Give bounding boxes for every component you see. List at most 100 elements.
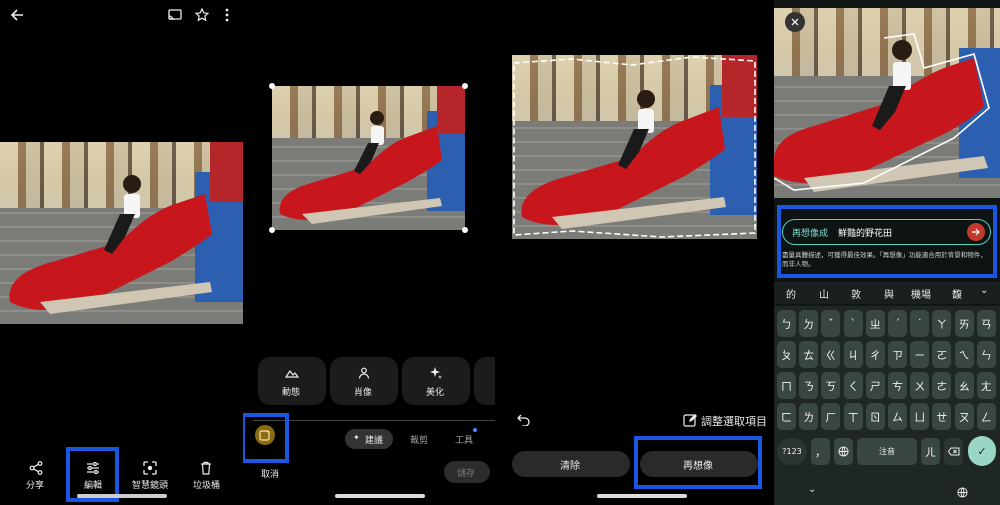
zhuyin-key[interactable]: ㄡ bbox=[954, 403, 974, 430]
zhuyin-key[interactable]: ㄣ bbox=[976, 341, 996, 368]
comma-key[interactable]: ， bbox=[811, 438, 830, 465]
tool-card-enhance[interactable]: 美化 bbox=[402, 357, 470, 405]
zhuyin-key[interactable]: ㄠ bbox=[954, 372, 974, 399]
zhuyin-key[interactable]: ˙ bbox=[910, 310, 930, 337]
cancel-label[interactable]: 取消 bbox=[261, 467, 279, 480]
zhuyin-key[interactable]: ㄤ bbox=[976, 372, 996, 399]
more-vert-icon[interactable] bbox=[220, 6, 234, 24]
backspace-icon[interactable] bbox=[944, 438, 963, 465]
suggestion-5[interactable]: 機場 bbox=[911, 286, 931, 301]
notification-dot bbox=[473, 428, 477, 432]
zhuyin-key[interactable]: ㄐ bbox=[843, 341, 863, 368]
zhuyin-key[interactable]: ˊ bbox=[888, 310, 907, 337]
zhuyin-key[interactable]: ㄍ bbox=[821, 341, 841, 368]
reimagine-highlight-box bbox=[634, 436, 762, 489]
zhuyin-key[interactable]: ㄉ bbox=[799, 310, 819, 337]
sparkle-icon bbox=[429, 367, 443, 379]
zhuyin-key[interactable]: ㄆ bbox=[777, 341, 796, 368]
prompt-photo bbox=[774, 8, 1000, 198]
zhuyin-key[interactable]: ˇ bbox=[821, 310, 841, 337]
zhuyin-key[interactable]: ㄅ bbox=[777, 310, 796, 337]
gesture-bar bbox=[335, 494, 425, 498]
suggestion-bar: 的 山 敦 與 機場 馥 ⌄ bbox=[774, 282, 1000, 304]
adjust-selection-link[interactable]: 調整選取項目 bbox=[701, 413, 767, 429]
edit-selection-icon[interactable] bbox=[682, 412, 698, 428]
tool-card-motion[interactable]: 動態 bbox=[258, 357, 326, 405]
crop-handle-tr[interactable] bbox=[462, 83, 468, 89]
zhuyin-key[interactable]: ㄥ bbox=[976, 403, 996, 430]
zhuyin-key[interactable]: ㄗ bbox=[888, 341, 907, 368]
symbols-key[interactable]: ?123 bbox=[777, 438, 807, 465]
tab-suggest-label: 建議 bbox=[365, 436, 384, 446]
zhuyin-key[interactable]: ㄚ bbox=[932, 310, 952, 337]
zhuyin-key[interactable]: ㄙ bbox=[888, 403, 907, 430]
close-icon[interactable] bbox=[785, 12, 805, 32]
save-label: 儲存 bbox=[457, 469, 476, 479]
globe-icon[interactable] bbox=[834, 438, 853, 465]
zhuyin-key[interactable]: ㄔ bbox=[865, 341, 885, 368]
zhuyin-key[interactable]: ㄒ bbox=[843, 403, 863, 430]
zhuyin-key[interactable]: ㄢ bbox=[976, 310, 996, 337]
zhuyin-key[interactable]: ㄖ bbox=[865, 403, 885, 430]
space-key[interactable]: 注音 bbox=[857, 438, 917, 465]
zhuyin-key[interactable]: ㄞ bbox=[954, 310, 974, 337]
zhuyin-key[interactable]: ㄇ bbox=[777, 372, 796, 399]
zhuyin-key[interactable]: ㄝ bbox=[932, 403, 952, 430]
zhuyin-key[interactable]: ㄘ bbox=[888, 372, 907, 399]
zhuyin-key[interactable]: ㄊ bbox=[799, 341, 819, 368]
trash-icon[interactable] bbox=[198, 460, 214, 476]
zhuyin-key[interactable]: ㄛ bbox=[932, 341, 952, 368]
suggestion-3[interactable]: 敦 bbox=[851, 286, 861, 301]
globe-nav-icon[interactable] bbox=[956, 486, 968, 498]
suggestion-1[interactable]: 的 bbox=[786, 286, 796, 301]
tool-card-portrait[interactable]: 肖像 bbox=[330, 357, 398, 405]
zhuyin-key[interactable]: ㄕ bbox=[865, 372, 885, 399]
tool-card-more[interactable] bbox=[474, 357, 495, 405]
zhuyin-key[interactable]: ㄎ bbox=[821, 372, 841, 399]
share-icon[interactable] bbox=[28, 460, 44, 476]
suggestion-2[interactable]: 山 bbox=[819, 286, 829, 301]
zhuyin-key[interactable]: ㄏ bbox=[821, 403, 841, 430]
gesture-bar bbox=[77, 494, 167, 498]
divider bbox=[253, 420, 495, 421]
clear-button[interactable]: 清除 bbox=[512, 451, 630, 477]
suggestion-4[interactable]: 與 bbox=[884, 286, 894, 301]
undo-icon[interactable] bbox=[516, 412, 532, 428]
star-icon[interactable] bbox=[193, 6, 211, 24]
panel-editor: 動態 肖像 美化 取消 ✦ 建議 裁剪 工具 儲存 bbox=[243, 0, 495, 505]
save-button[interactable]: 儲存 bbox=[444, 461, 490, 483]
tool-enhance-label: 美化 bbox=[426, 388, 445, 398]
zhuyin-key[interactable]: ㄟ bbox=[954, 341, 974, 368]
zhuyin-key[interactable]: ㄑ bbox=[843, 372, 863, 399]
zhuyin-key[interactable]: ㄈ bbox=[777, 403, 796, 430]
zhuyin-key[interactable]: ˋ bbox=[843, 310, 863, 337]
zhuyin-key[interactable]: ㄧ bbox=[910, 341, 930, 368]
crop-handle-bl[interactable] bbox=[269, 227, 275, 233]
edit-photo bbox=[272, 86, 465, 230]
crop-handle-br[interactable] bbox=[462, 227, 468, 233]
magic-editor-highlight-box bbox=[243, 413, 289, 463]
zhuyin-key[interactable]: ㄓ bbox=[865, 310, 885, 337]
tab-crop[interactable]: 裁剪 bbox=[410, 433, 428, 446]
enter-check-key[interactable]: ✓ bbox=[968, 436, 996, 466]
back-arrow-icon[interactable] bbox=[8, 6, 26, 24]
smart-lens-icon[interactable] bbox=[142, 460, 158, 476]
zhuyin-key[interactable]: ㄩ bbox=[910, 403, 930, 430]
tab-suggest[interactable]: ✦ 建議 bbox=[345, 429, 393, 449]
er-key[interactable]: ㄦ bbox=[921, 438, 940, 465]
tab-tools[interactable]: 工具 bbox=[455, 433, 473, 446]
zhuyin-key[interactable]: ㄌ bbox=[799, 403, 819, 430]
panel-reimagine-select: 調整選取項目 清除 再想像 bbox=[500, 0, 770, 505]
zhuyin-key[interactable]: ㄋ bbox=[799, 372, 819, 399]
crop-handle-tl[interactable] bbox=[269, 83, 275, 89]
zhuyin-keyboard: ㄅㄉ ˇ ˋ ㄓ ˊ ˙ ㄚㄞㄢㄆㄊㄍㄐㄔㄗㄧㄛㄟㄣㄇㄋㄎㄑㄕㄘㄨㄜㄠㄤㄈㄌㄏㄒㄖㄙㄩㄝㄡㄥ… bbox=[774, 306, 1000, 505]
prompt-highlight-box bbox=[777, 205, 997, 278]
gesture-bar bbox=[597, 494, 687, 498]
cast-icon[interactable] bbox=[166, 6, 184, 24]
suggestion-6[interactable]: 馥 bbox=[952, 286, 962, 301]
hide-keyboard-icon[interactable]: ⌄ bbox=[808, 484, 816, 495]
sparkle-small-icon: ✦ bbox=[353, 433, 360, 442]
zhuyin-key[interactable]: ㄜ bbox=[932, 372, 952, 399]
zhuyin-key[interactable]: ㄨ bbox=[910, 372, 930, 399]
chevron-down-icon[interactable]: ⌄ bbox=[980, 285, 988, 296]
